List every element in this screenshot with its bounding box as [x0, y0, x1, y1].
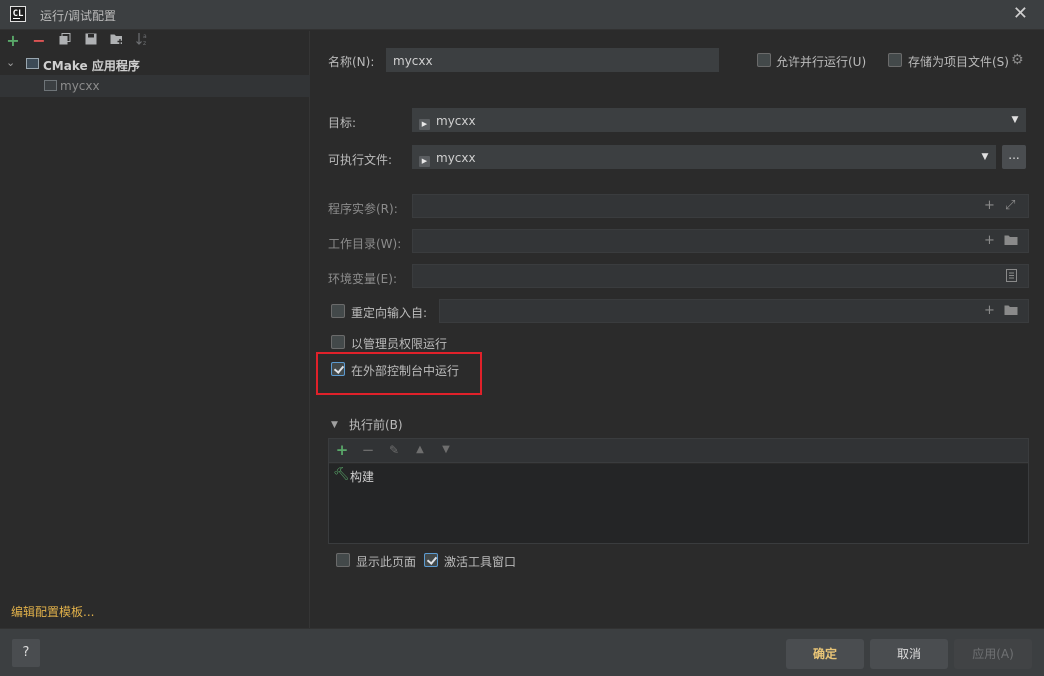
- chevron-down-icon[interactable]: ▼: [1004, 108, 1026, 132]
- cmake-application-icon: [26, 58, 39, 69]
- title-bar: CL 运行/调试配置 ✕: [0, 0, 1044, 30]
- run-in-external-console-label[interactable]: 在外部控制台中运行: [351, 362, 459, 379]
- dialog-button-bar: ? 确定 取消 应用(A): [0, 628, 1044, 676]
- add-icon[interactable]: +: [4, 32, 22, 50]
- help-button[interactable]: ?: [12, 639, 40, 667]
- add-icon[interactable]: +: [984, 199, 995, 213]
- run-as-admin-label[interactable]: 以管理员权限运行: [351, 335, 447, 352]
- gear-icon[interactable]: ⚙: [1011, 52, 1024, 68]
- expand-icon[interactable]: ⤢: [1005, 199, 1015, 213]
- activate-tool-window-checkbox[interactable]: [424, 553, 438, 567]
- edit-templates-link[interactable]: 编辑配置模板...: [11, 603, 94, 620]
- folder-icon[interactable]: [1004, 234, 1018, 250]
- cancel-button[interactable]: 取消: [870, 639, 948, 669]
- run-as-admin-checkbox[interactable]: [331, 335, 345, 349]
- allow-parallel-checkbox[interactable]: [757, 53, 771, 67]
- working-dir-input[interactable]: [412, 229, 1029, 253]
- redirect-input-label[interactable]: 重定向输入自:: [351, 304, 427, 321]
- window-title: 运行/调试配置: [40, 9, 117, 23]
- clion-app-icon: CL: [10, 6, 26, 22]
- chevron-down-icon[interactable]: ▼: [974, 145, 996, 169]
- move-up-icon[interactable]: ▲: [412, 442, 428, 458]
- tree-item-label: mycxx: [60, 79, 100, 93]
- close-icon[interactable]: ✕: [1013, 4, 1028, 24]
- configurations-panel: + − az ⌄ CMake 应用程序 mycxx 编辑配置模板...: [0, 31, 310, 628]
- document-icon[interactable]: [1006, 269, 1017, 286]
- target-select[interactable]: ▶ mycxx: [412, 108, 1004, 132]
- save-icon[interactable]: [82, 32, 100, 50]
- show-page-checkbox[interactable]: [336, 553, 350, 567]
- executable-icon: ▶: [419, 156, 430, 167]
- add-icon[interactable]: +: [334, 442, 350, 458]
- tree-item-label: CMake 应用程序: [43, 59, 140, 73]
- add-icon[interactable]: +: [984, 304, 995, 318]
- env-vars-label: 环境变量(E):: [328, 272, 397, 286]
- copy-icon[interactable]: [56, 32, 74, 50]
- before-launch-list: 🔨︎ 构建: [329, 464, 1028, 543]
- remove-icon[interactable]: −: [360, 442, 376, 458]
- redirect-input-checkbox[interactable]: [331, 304, 345, 318]
- move-down-icon[interactable]: ▼: [438, 442, 454, 458]
- remove-icon[interactable]: −: [30, 32, 48, 50]
- tree-item-cmake-application[interactable]: ⌄ CMake 应用程序: [0, 53, 310, 75]
- activate-tool-window-label[interactable]: 激活工具窗口: [444, 553, 516, 570]
- sort-icon[interactable]: az: [134, 32, 152, 50]
- configuration-icon: [44, 80, 57, 91]
- working-dir-label: 工作目录(W):: [328, 237, 402, 251]
- cmake-target-icon: ▶: [419, 119, 430, 130]
- show-page-label[interactable]: 显示此页面: [356, 553, 416, 570]
- configuration-form: 名称(N): mycxx 允许并行运行(U) 存储为项目文件(S) ⚙ 目标: …: [311, 31, 1044, 628]
- apply-button[interactable]: 应用(A): [954, 639, 1032, 669]
- allow-parallel-label[interactable]: 允许并行运行(U): [776, 53, 866, 70]
- store-as-project-file-checkbox[interactable]: [888, 53, 902, 67]
- target-value: mycxx: [436, 114, 476, 128]
- build-task-label: 构建: [350, 470, 375, 484]
- folder-icon[interactable]: [1004, 304, 1018, 320]
- name-label: 名称(N):: [328, 55, 375, 69]
- program-args-input[interactable]: [412, 194, 1029, 218]
- executable-label: 可执行文件:: [328, 153, 393, 167]
- env-vars-input[interactable]: [412, 264, 1029, 288]
- chevron-down-icon[interactable]: ⌄: [6, 56, 15, 69]
- name-input[interactable]: mycxx: [386, 48, 719, 72]
- svg-text:a: a: [143, 33, 147, 40]
- add-icon[interactable]: +: [984, 234, 995, 248]
- executable-value: mycxx: [436, 151, 476, 165]
- hammer-icon: 🔨︎: [333, 467, 350, 482]
- run-in-external-console-checkbox[interactable]: [331, 362, 345, 376]
- program-args-label: 程序实参(R):: [328, 202, 398, 216]
- edit-icon[interactable]: ✎: [386, 442, 402, 458]
- ok-button[interactable]: 确定: [786, 639, 864, 669]
- before-launch-panel: + − ✎ ▲ ▼ 🔨︎ 构建: [328, 438, 1029, 544]
- svg-text:z: z: [143, 40, 146, 46]
- target-label: 目标:: [328, 116, 357, 130]
- redirect-input-field[interactable]: [439, 299, 1029, 323]
- store-as-project-file-label[interactable]: 存储为项目文件(S): [908, 53, 1009, 70]
- browse-executable-button[interactable]: ...: [1002, 145, 1026, 169]
- new-folder-icon[interactable]: [108, 32, 126, 50]
- tree-item-mycxx[interactable]: mycxx: [0, 75, 310, 97]
- before-launch-label[interactable]: 执行前(B): [349, 416, 403, 433]
- before-launch-toolbar: + − ✎ ▲ ▼: [329, 439, 1028, 463]
- configurations-toolbar: + − az: [0, 31, 310, 53]
- chevron-down-icon[interactable]: ▼: [331, 420, 338, 430]
- executable-select[interactable]: ▶ mycxx: [412, 145, 974, 169]
